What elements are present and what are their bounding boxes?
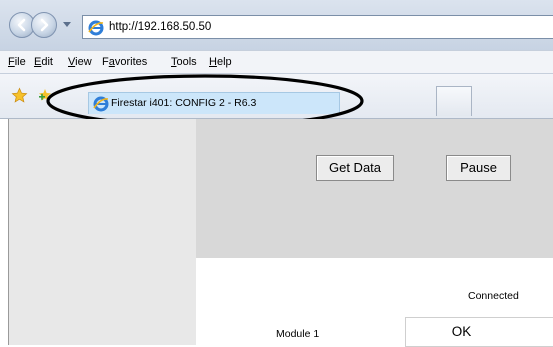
favorites-star-icon[interactable] [11,87,28,104]
menu-bar: File Edit View Favorites Tools Help [0,50,553,74]
address-text: http://192.168.50.50 [109,21,212,33]
ie-icon [88,20,104,36]
menu-view[interactable]: View [68,56,92,69]
status-column-header: Connected [468,290,519,302]
pause-button[interactable]: Pause [446,155,511,181]
tab-title: Firestar i401: CONFIG 2 - R6.3 [111,97,257,109]
back-icon [17,18,26,32]
page-content: Get Data Pause Connected Module 1 OK [0,119,553,347]
forward-icon [40,18,49,32]
forward-button[interactable] [31,12,57,38]
main-panel: Get Data Pause Connected Module 1 OK [196,119,553,347]
left-panel [8,119,196,345]
tab-bar: Firestar i401: CONFIG 2 - R6.3 [0,74,553,119]
menu-file[interactable]: File [8,56,26,69]
navigation-bar: http://192.168.50.50 [0,0,553,50]
menu-favorites[interactable]: Favorites [102,56,147,69]
menu-edit[interactable]: Edit [34,56,53,69]
new-tab-button[interactable] [436,86,472,116]
menu-help[interactable]: Help [209,56,232,69]
get-data-button[interactable]: Get Data [316,155,394,181]
ie-icon [93,96,109,112]
module-label: Module 1 [276,328,320,340]
tab-active[interactable]: Firestar i401: CONFIG 2 - R6.3 [88,92,340,114]
add-favorites-icon[interactable] [38,88,52,102]
module-status-cell: OK [405,317,553,347]
dropdown-arrow-icon[interactable] [63,22,71,27]
menu-tools[interactable]: Tools [171,56,197,69]
address-bar[interactable]: http://192.168.50.50 [82,15,553,39]
control-panel: Get Data Pause [196,119,553,258]
